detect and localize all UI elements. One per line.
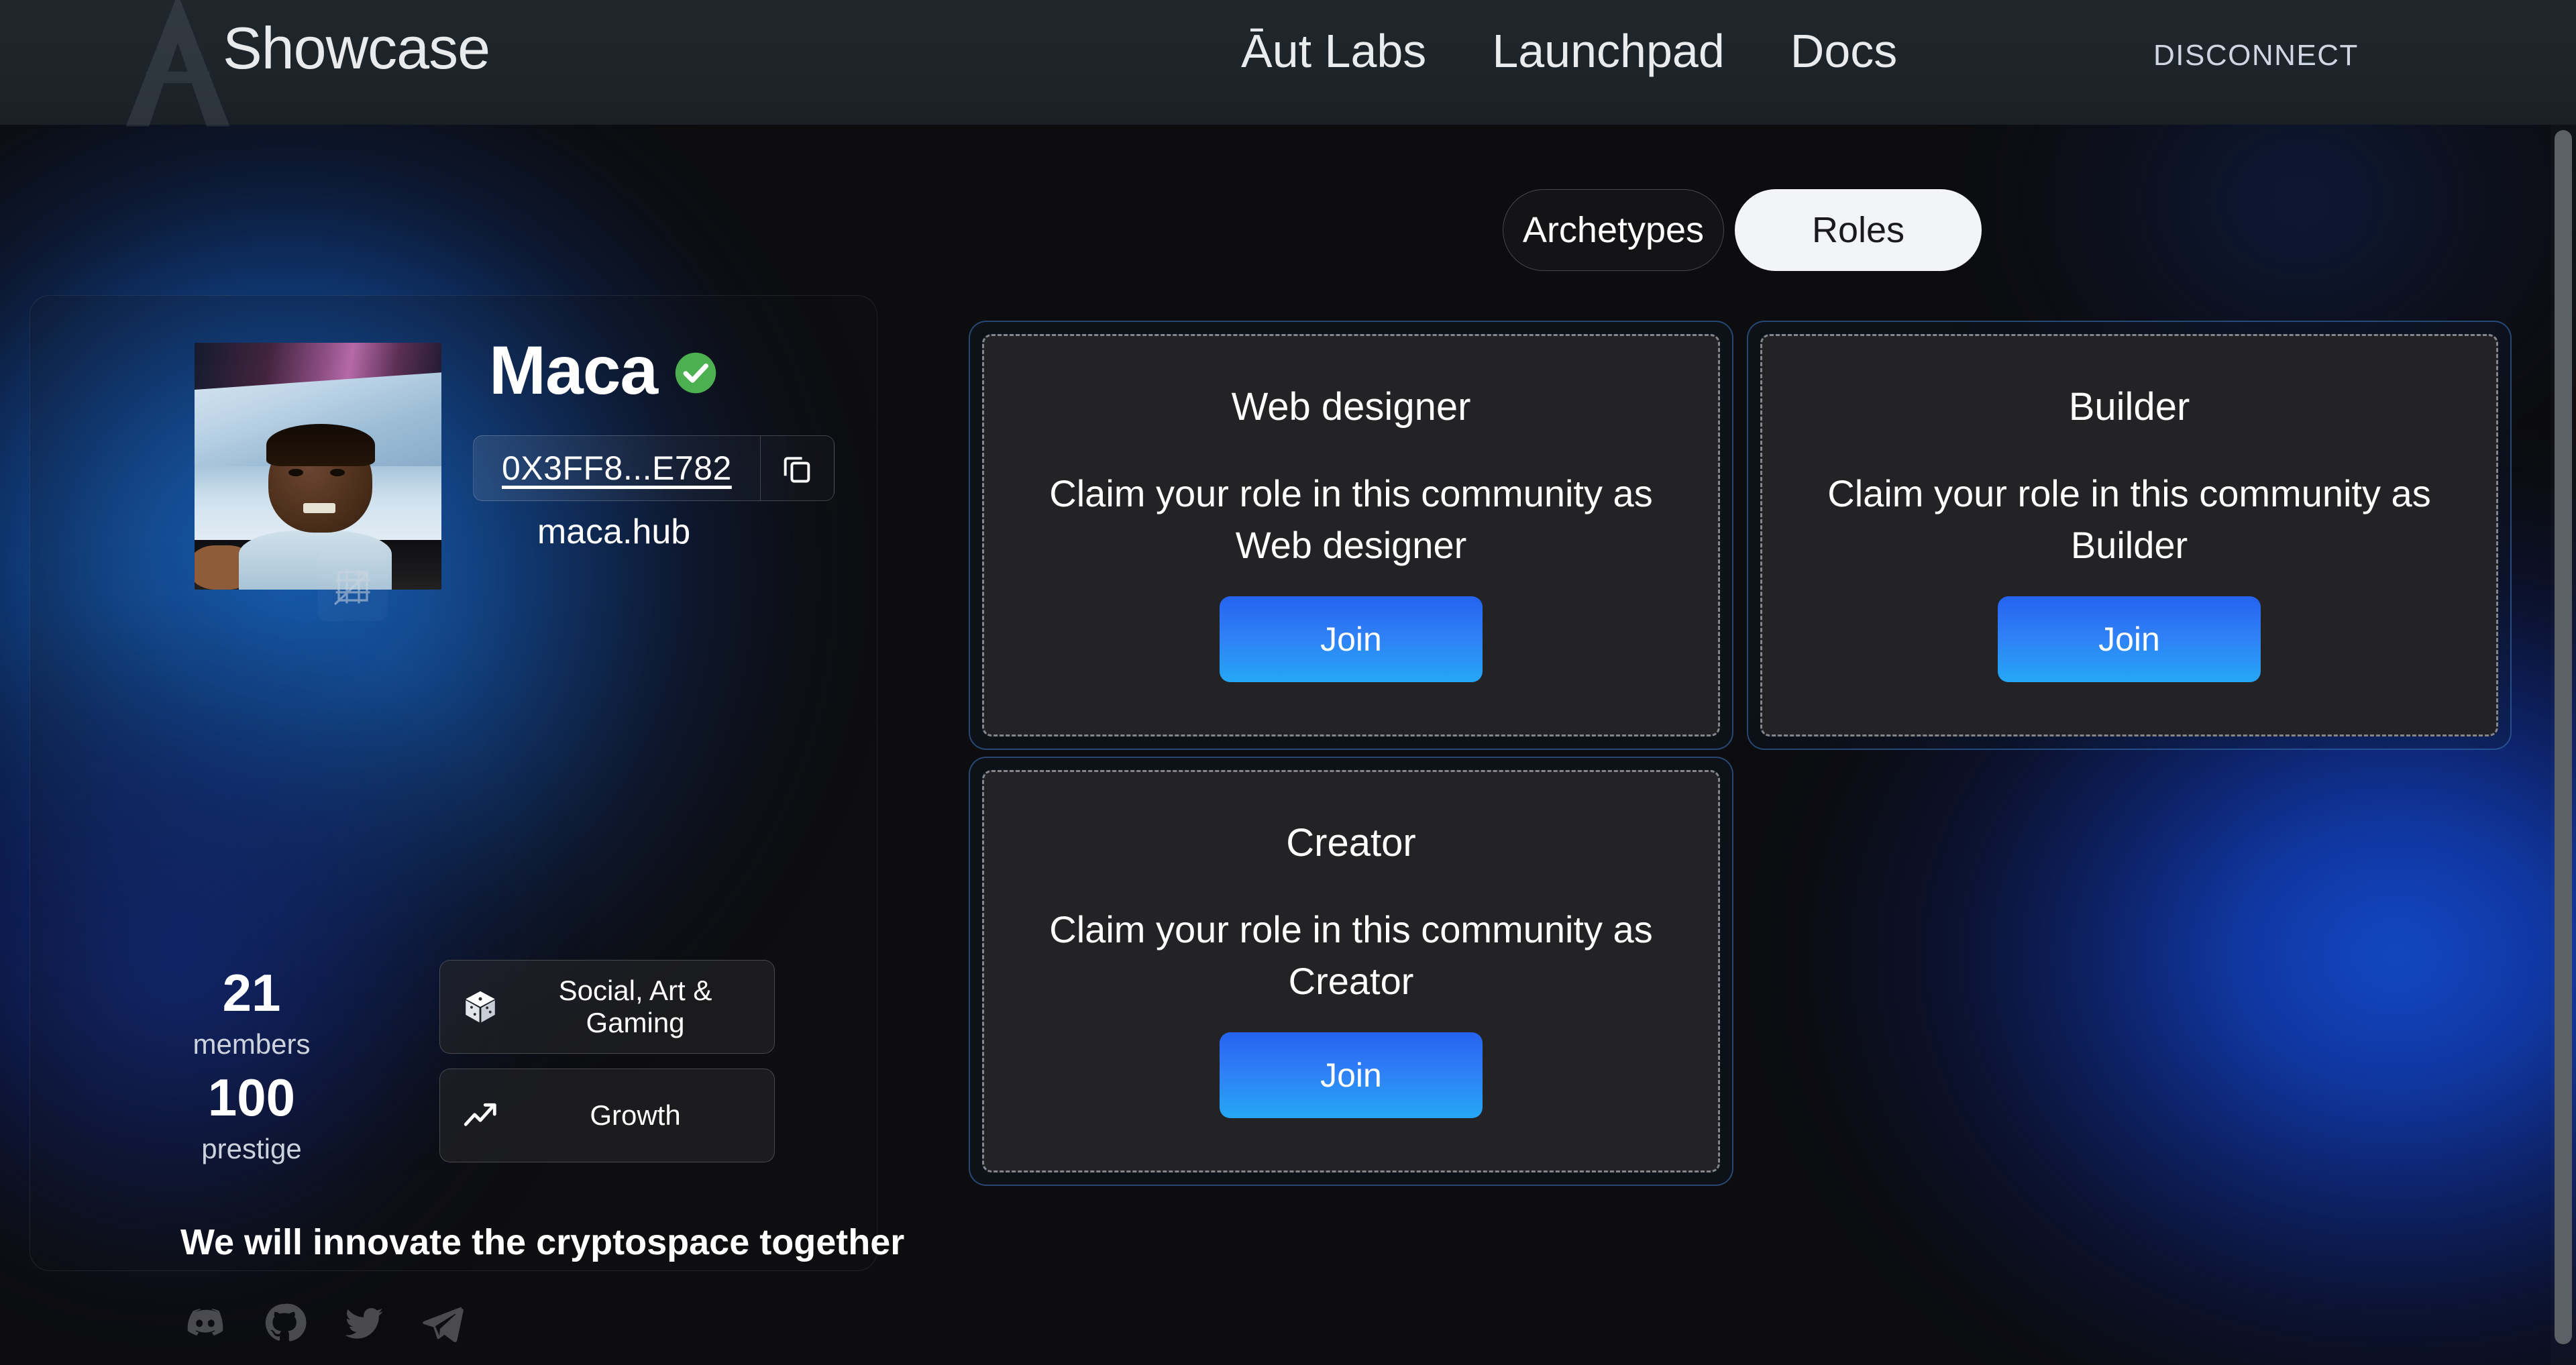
role-title: Creator: [1286, 821, 1416, 865]
profile-card: Maca 0X3FF8...E782 maca.hub 21 members 1…: [30, 295, 904, 1342]
discord-icon[interactable]: [183, 1301, 227, 1345]
tag-chip-market-label: Growth: [590, 1099, 681, 1131]
role-card-builder: Builder Claim your role in this communit…: [1747, 321, 2512, 750]
join-button-web-designer[interactable]: Join: [1220, 596, 1483, 682]
role-card-inner: Creator Claim your role in this communit…: [982, 770, 1720, 1172]
tag-chip-market[interactable]: Growth: [439, 1069, 775, 1162]
avatar: [195, 343, 441, 590]
tag-chip-category[interactable]: Social, Art & Gaming: [439, 960, 775, 1054]
role-card-web-designer: Web designer Claim your role in this com…: [969, 321, 1733, 750]
role-card-inner: Builder Claim your role in this communit…: [1760, 334, 2498, 736]
nav-link-docs[interactable]: Docs: [1790, 24, 1897, 78]
join-button-builder[interactable]: Join: [1998, 596, 2261, 682]
page-title: Showcase: [223, 15, 490, 81]
role-title: Web designer: [1231, 385, 1471, 429]
wallet-address-pill: 0X3FF8...E782: [473, 435, 835, 501]
role-card-creator: Creator Claim your role in this communit…: [969, 757, 1733, 1186]
app-header: Showcase Āut Labs Launchpad Docs DISCONN…: [0, 0, 2576, 127]
copy-icon[interactable]: [759, 436, 834, 500]
role-description: Claim your role in this community as Cre…: [1049, 908, 1653, 1003]
app-root: Showcase Āut Labs Launchpad Docs DISCONN…: [0, 0, 2576, 1365]
role-card-inner: Web designer Claim your role in this com…: [982, 334, 1720, 736]
role-description: Claim your role in this community as Web…: [1049, 472, 1653, 567]
telegram-icon[interactable]: [421, 1301, 465, 1345]
stat-members: 21 members: [141, 967, 362, 1060]
profile-name-row: Maca: [489, 336, 718, 404]
stat-prestige-value: 100: [207, 1068, 296, 1127]
trending-up-icon: [440, 1096, 521, 1135]
view-tabs: Archetypes Roles: [1503, 189, 1982, 271]
tag-chip-category-label: Social, Art & Gaming: [558, 975, 712, 1038]
avatar-smile: [303, 503, 335, 513]
stat-prestige: 100 prestige: [141, 1071, 362, 1165]
nav-link-launchpad[interactable]: Launchpad: [1492, 24, 1724, 78]
page-scrollbar-thumb[interactable]: [2555, 130, 2572, 1344]
dice-cube-icon: [440, 987, 521, 1026]
github-icon[interactable]: [262, 1301, 307, 1345]
wallet-address[interactable]: 0X3FF8...E782: [474, 436, 760, 500]
role-description: Claim your role in this community as Bui…: [1827, 472, 2431, 567]
nav-link-aut-labs[interactable]: Āut Labs: [1241, 24, 1426, 78]
edit-image-icon[interactable]: [317, 551, 388, 621]
twitter-icon[interactable]: [341, 1301, 386, 1345]
social-links: [183, 1301, 465, 1345]
disconnect-button[interactable]: DISCONNECT: [2153, 39, 2359, 72]
profile-handle: maca.hub: [537, 512, 691, 551]
stat-members-label: members: [193, 1028, 311, 1060]
avatar-wrapper: [164, 343, 441, 605]
profile-name: Maca: [489, 332, 658, 408]
page-scrollbar-track[interactable]: [2551, 125, 2576, 1365]
stat-members-value: 21: [222, 963, 281, 1022]
tab-archetypes[interactable]: Archetypes: [1503, 189, 1724, 271]
verified-check-icon: [674, 351, 718, 395]
avatar-hair: [266, 424, 375, 466]
stat-prestige-label: prestige: [201, 1133, 302, 1164]
join-button-creator[interactable]: Join: [1220, 1032, 1483, 1118]
tab-roles[interactable]: Roles: [1735, 189, 1982, 271]
main-nav: Āut Labs Launchpad Docs: [1241, 24, 1897, 78]
profile-bio: We will innovate the cryptospace togethe…: [180, 1222, 905, 1262]
role-title: Builder: [2068, 385, 2190, 429]
